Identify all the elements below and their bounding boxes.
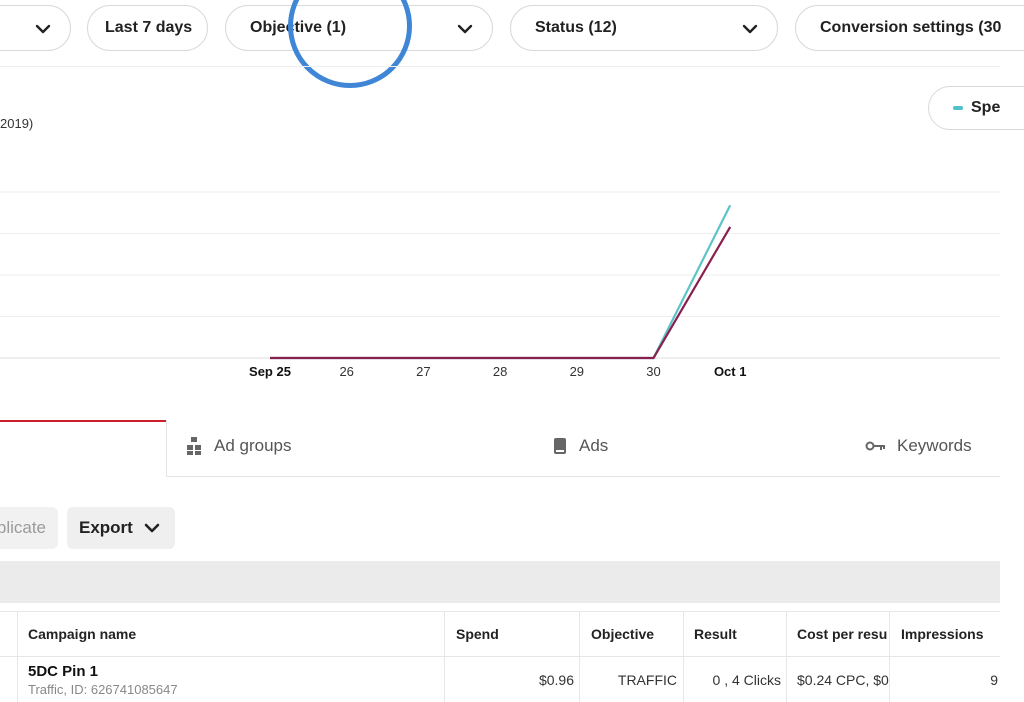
column-divider	[889, 611, 890, 702]
spend-cell: $0.96	[538, 671, 574, 688]
objective-filter-label: Objective (1)	[250, 19, 347, 36]
export-button[interactable]: Export	[67, 507, 175, 549]
campaign-name-cell[interactable]: 5DC Pin 1 Traffic, ID: 626741085647	[28, 657, 438, 702]
column-divider	[444, 611, 445, 702]
x-tick-label: 28	[493, 364, 507, 379]
tabs-bottom-border	[166, 476, 1000, 477]
series-line-2	[270, 226, 732, 360]
impressions-cell: 9	[990, 671, 998, 688]
export-button-label: Export	[79, 518, 133, 537]
chevron-down-icon	[143, 519, 161, 537]
cost-per-result-cell: $0.24 CPC, $0	[797, 671, 889, 688]
date-range-pill[interactable]: Last 7 days	[87, 5, 208, 51]
chevron-down-icon	[34, 20, 52, 38]
legend-swatch	[953, 106, 963, 110]
column-divider	[579, 611, 580, 702]
duplicate-button[interactable]: plicate	[0, 507, 58, 549]
header-objective[interactable]: Objective	[591, 612, 681, 656]
table-toolbar-band	[0, 561, 1000, 603]
conversion-settings-label: Conversion settings (30	[820, 19, 1002, 36]
table-header-row: Campaign name Spend Objective Result Cos…	[0, 611, 1000, 657]
chart-legend-toggle[interactable]: Spe	[928, 86, 1024, 130]
tab-ad-groups[interactable]: Ad groups	[186, 436, 292, 456]
tab-separator	[166, 420, 167, 476]
key-icon	[865, 440, 887, 452]
header-result[interactable]: Result	[694, 612, 784, 656]
series-line-1	[270, 204, 732, 360]
chevron-down-icon	[741, 20, 759, 38]
result-cell: 0 , 4 Clicks	[712, 671, 781, 688]
duplicate-button-label: plicate	[0, 518, 46, 537]
date-range-label: Last 7 days	[105, 19, 193, 36]
header-campaign-name[interactable]: Campaign name	[28, 612, 438, 656]
x-tick-label: 27	[416, 364, 430, 379]
x-tick-label: 30	[646, 364, 660, 379]
objective-cell: TRAFFIC	[617, 671, 677, 688]
tab-keywords-label: Keywords	[897, 436, 972, 455]
x-tick-label: 29	[570, 364, 584, 379]
x-tick-label: 26	[339, 364, 353, 379]
tab-ads[interactable]: Ads	[553, 436, 608, 456]
column-divider	[683, 611, 684, 702]
chart-date-range-fragment: 2019)	[0, 116, 34, 131]
header-cost-per-result[interactable]: Cost per resu	[797, 612, 887, 656]
filter-pill-partial[interactable]	[0, 5, 71, 51]
ads-icon	[553, 437, 567, 455]
campaign-meta: Traffic, ID: 626741085647	[28, 681, 178, 697]
active-tab-indicator	[0, 420, 166, 422]
x-tick-label: Oct 1	[714, 364, 747, 379]
toolbar-divider	[0, 66, 1000, 67]
legend-label: Spe	[971, 99, 1001, 116]
status-filter-label: Status (12)	[535, 19, 617, 36]
tab-ad-groups-label: Ad groups	[214, 436, 292, 455]
header-spend[interactable]: Spend	[456, 612, 566, 656]
header-impressions[interactable]: Impressions	[901, 612, 1000, 656]
column-divider	[17, 611, 18, 702]
status-filter-pill[interactable]: Status (12)	[510, 5, 778, 51]
conversion-settings-pill[interactable]: Conversion settings (30	[795, 5, 1024, 51]
table-row[interactable]: 5DC Pin 1 Traffic, ID: 626741085647 $0.9…	[0, 657, 1000, 702]
campaign-name[interactable]: 5DC Pin 1	[28, 663, 98, 680]
tab-keywords[interactable]: Keywords	[865, 436, 972, 456]
line-chart: Sep 25 26 27 28 29 30 Oct 1	[0, 191, 1000, 379]
ad-groups-icon	[186, 436, 202, 456]
chevron-down-icon	[456, 20, 474, 38]
x-tick-label: Sep 25	[249, 364, 291, 379]
column-divider	[786, 611, 787, 702]
objective-filter-pill[interactable]: Objective (1)	[225, 5, 493, 51]
tab-ads-label: Ads	[579, 436, 609, 455]
